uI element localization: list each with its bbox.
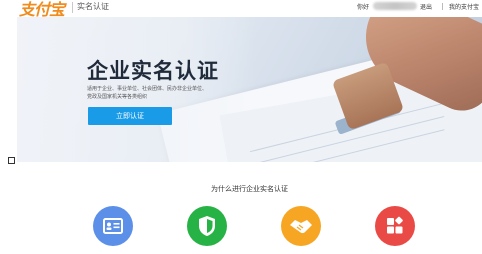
left-margin [0,0,17,254]
page: 支付宝 实名认证 你好 退出 我的支付宝 企业实名认证 适用于企业、事业单位、社… [17,0,482,254]
hero-banner: 企业实名认证 适用于企业、事业单位、社会团体、民办非企业单位、 党政及国家机关等… [17,17,482,162]
feature-trust[interactable] [281,206,321,246]
verify-now-button[interactable]: 立即认证 [88,107,172,125]
feature-services[interactable] [375,206,415,246]
hero-description-line-1: 适用于企业、事业单位、社会团体、民办非企业单位、 [87,86,208,92]
page-title: 实名认证 [77,2,109,11]
apps-icon [387,216,403,234]
shield-icon [199,216,215,236]
my-alipay-link[interactable]: 我的支付宝 [449,2,479,11]
feature-security[interactable] [187,206,227,246]
hero-description-line-2: 党政及国家机关等各类组织 [87,94,148,100]
greeting-text: 你好 [357,4,370,11]
feature-id-card[interactable] [93,206,133,246]
username-blurred [373,2,417,10]
logo-divider [72,2,73,13]
handshake-icon [290,220,312,234]
why-verify-heading: 为什么进行企业实名认证 [211,185,288,193]
hero-title: 企业实名认证 [87,59,219,83]
cursor-marker [8,157,15,164]
id-card-icon [103,218,123,234]
header-divider [442,3,443,10]
top-bar: 支付宝 实名认证 你好 退出 我的支付宝 [17,0,482,19]
logout-link[interactable]: 退出 [420,2,432,11]
